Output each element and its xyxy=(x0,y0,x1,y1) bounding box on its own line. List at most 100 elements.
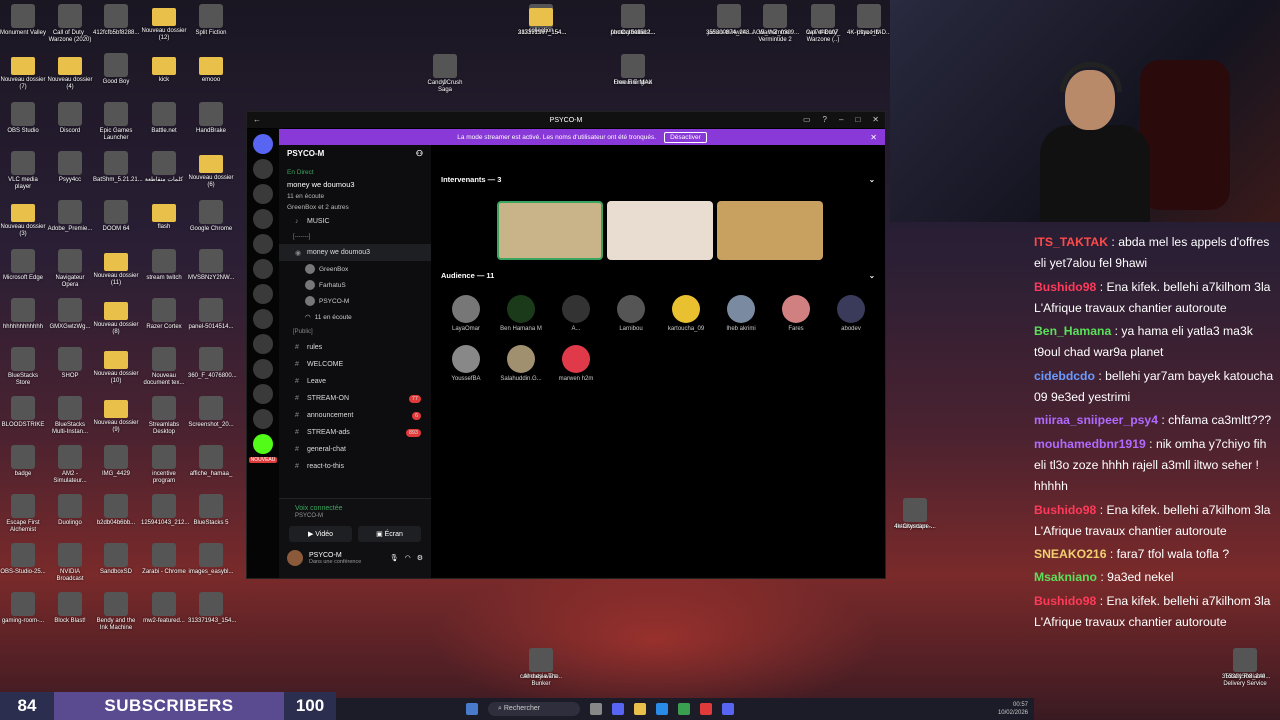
channel-item[interactable]: # Leave xyxy=(279,373,431,390)
avatar[interactable] xyxy=(287,550,303,566)
desktop-icon[interactable]: kick xyxy=(141,53,187,84)
desktop-icon[interactable]: Call of Duty_ Warzone (..) xyxy=(800,4,846,44)
maximize-button[interactable]: □ xyxy=(855,115,860,124)
channel-item[interactable]: # general-chat xyxy=(279,441,431,458)
desktop-icon[interactable]: SandboxSD xyxy=(93,543,139,576)
server-icon[interactable] xyxy=(253,384,273,404)
help-icon[interactable]: ? xyxy=(823,115,827,124)
disable-streamer-mode-button[interactable]: Désactiver xyxy=(664,131,707,143)
server-icon[interactable] xyxy=(253,334,273,354)
desktop-icon[interactable]: Discord xyxy=(47,102,93,135)
desktop-icon[interactable]: OBS Studio xyxy=(0,102,46,135)
desktop-icon[interactable]: Navigateur Opera xyxy=(47,249,93,289)
desktop-icon[interactable]: affiche_hamaa_ xyxy=(188,445,234,478)
speakers-header[interactable]: Intervenants — 3 ⌄ xyxy=(441,175,875,184)
channel-item[interactable]: # WELCOME xyxy=(279,356,431,373)
server-icon[interactable] xyxy=(253,209,273,229)
desktop-icon[interactable]: IMG_4429 xyxy=(93,445,139,478)
speaker-tile[interactable] xyxy=(717,201,823,260)
taskview-icon[interactable] xyxy=(590,703,603,715)
desktop-icon[interactable]: MVSBNzY2NW... xyxy=(188,249,234,282)
desktop-icon[interactable]: stream twitch xyxy=(141,249,187,282)
explorer-icon[interactable] xyxy=(634,703,647,715)
desktop-icon[interactable]: emooo xyxy=(188,53,234,84)
desktop-icon[interactable]: VLC media player xyxy=(0,151,46,191)
desktop-icon[interactable]: Psyy4cc xyxy=(47,151,93,184)
desktop-icon[interactable]: Monument Valley xyxy=(0,4,46,37)
desktop-icon[interactable]: 313371943_154... xyxy=(188,592,236,625)
channel-item[interactable]: # STREAM-ON 77 xyxy=(279,390,431,407)
channel-music[interactable]: ♪ MUSIC xyxy=(279,213,431,230)
desktop-icon[interactable]: Streamlabs Desktop xyxy=(141,396,187,436)
desktop-icon[interactable]: Screenshot_20... xyxy=(188,396,234,429)
audience-member[interactable]: abodev xyxy=(826,295,876,332)
desktop-icon[interactable]: psyco_M xyxy=(846,4,892,37)
add-member-icon[interactable]: ⚇ xyxy=(416,149,423,163)
server-icon[interactable] xyxy=(253,359,273,379)
desktop-icon[interactable]: images_easybl... xyxy=(188,543,234,576)
category-header[interactable]: [Public] xyxy=(279,325,431,339)
edge-icon[interactable] xyxy=(656,703,669,715)
desktop-icon[interactable]: BlueStacks Multi-Instan... xyxy=(47,396,93,436)
desktop-icon[interactable]: Escape First Alchemist xyxy=(0,494,46,534)
desktop-icon[interactable]: Corbeille xyxy=(610,4,656,37)
stage-channel[interactable]: ◉ money we doumou3 xyxy=(279,244,431,261)
close-banner-icon[interactable]: ✕ xyxy=(870,133,877,142)
desktop-icon[interactable]: Nouveau dossier (8) xyxy=(93,298,139,336)
desktop-icon[interactable]: Bendy and the Ink Machine xyxy=(93,592,139,632)
desktop-icon[interactable]: BatShm_5.21.21... xyxy=(93,151,143,184)
audience-member[interactable]: YoussefBA xyxy=(441,345,491,382)
opera-icon[interactable] xyxy=(700,703,713,715)
desktop-icon[interactable]: Block Blast! xyxy=(47,592,93,625)
desktop-icon[interactable]: flash xyxy=(141,200,187,231)
server-icon[interactable] xyxy=(253,309,273,329)
channel-item[interactable]: # react-to-this xyxy=(279,458,431,475)
screen-share-button[interactable]: ▣ Écran xyxy=(358,526,421,542)
event-title[interactable]: money we doumou3 xyxy=(279,178,431,191)
desktop-icon[interactable]: Nouveau dossier (9) xyxy=(93,396,139,434)
desktop-icon[interactable]: 9 xyxy=(422,54,468,87)
desktop-icon[interactable]: 360_F_4076800... xyxy=(188,347,237,380)
desktop-icon[interactable]: hhhhhhhhhhhh xyxy=(0,298,46,331)
server-icon[interactable] xyxy=(253,259,273,279)
home-icon[interactable] xyxy=(253,134,273,154)
headset-icon[interactable]: ◠ xyxy=(405,554,411,562)
speaker-tile[interactable] xyxy=(497,201,603,260)
audience-member[interactable]: LayaOmar xyxy=(441,295,491,332)
desktop-icon[interactable]: HandBrake xyxy=(188,102,234,135)
desktop-icon[interactable]: BlueStacks 5 xyxy=(188,494,234,527)
desktop-icon[interactable]: GMXGwlzWg... xyxy=(47,298,93,331)
audience-header[interactable]: Audience — 11 ⌄ xyxy=(441,271,875,280)
desktop-icon[interactable]: 355300874_248... xyxy=(706,4,754,37)
desktop-icon[interactable]: collection xyxy=(518,4,564,35)
desktop-icon[interactable]: Nouveau dossier (6) xyxy=(188,151,234,189)
desktop-icon[interactable]: كلمات متقاطعة xyxy=(141,151,187,184)
channel-item[interactable]: # rules xyxy=(279,339,431,356)
desktop-icon[interactable]: Call of Duty_ Warzone (2020) xyxy=(47,4,93,44)
desktop-icon[interactable]: Good Boy xyxy=(93,53,139,86)
desktop-icon[interactable]: 412fcfb5bf8288... xyxy=(93,4,139,37)
desktop-icon[interactable]: Nouveau dossier (12) xyxy=(141,4,187,42)
inbox-icon[interactable]: ▭ xyxy=(803,115,811,124)
desktop-icon[interactable]: mw2-featured... xyxy=(141,592,187,625)
channel-item[interactable]: # announcement 6 xyxy=(279,407,431,424)
audience-member[interactable]: kartoucha_09 xyxy=(661,295,711,332)
desktop-icon[interactable]: gaming-room-... xyxy=(0,592,46,625)
desktop-icon[interactable]: NVIDIA Broadcast xyxy=(47,543,93,583)
teams-icon[interactable] xyxy=(612,703,625,715)
desktop-icon[interactable]: Battle.net xyxy=(141,102,187,135)
desktop-icon[interactable]: badge xyxy=(0,445,46,478)
desktop-icon[interactable]: Nouveau dossier (3) xyxy=(0,200,46,238)
category-header[interactable]: [-------] xyxy=(279,230,431,244)
server-icon[interactable] xyxy=(253,184,273,204)
desktop-icon[interactable]: 4k-Cityscape-... xyxy=(892,498,938,531)
gear-icon[interactable]: ⚙ xyxy=(417,554,423,562)
desktop-icon[interactable]: Nouveau document tex... xyxy=(141,347,187,387)
desktop-icon[interactable]: Zarabi - Chrome xyxy=(141,543,187,576)
desktop-icon[interactable]: Duolingo xyxy=(47,494,93,527)
audience-member[interactable]: Iheb akrimi xyxy=(716,295,766,332)
server-icon[interactable] xyxy=(253,234,273,254)
audience-member[interactable]: Salahuddin.G... xyxy=(496,345,546,382)
desktop-icon[interactable]: incentive program xyxy=(141,445,187,485)
voice-user[interactable]: FarhatuS xyxy=(279,277,431,293)
